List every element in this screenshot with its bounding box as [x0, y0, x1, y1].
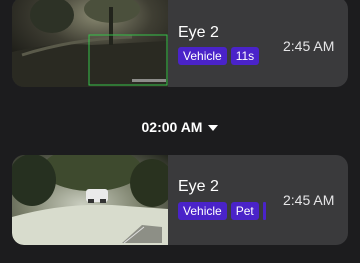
- tag-list: Vehicle 11s: [178, 47, 260, 65]
- event-time: 2:45 AM: [283, 38, 335, 54]
- event-thumbnail[interactable]: [12, 0, 168, 87]
- tag-overflow-indicator: [262, 202, 266, 220]
- event-thumbnail[interactable]: [12, 155, 168, 245]
- tag-vehicle: Vehicle: [178, 202, 227, 220]
- hour-divider[interactable]: 02:00 AM: [0, 119, 360, 135]
- tag-list: Vehicle Pet: [178, 202, 266, 220]
- event-card[interactable]: Eye 2 Vehicle Pet 2:45 AM: [12, 155, 348, 245]
- hour-label: 02:00 AM: [141, 119, 203, 135]
- caret-down-icon: [208, 124, 219, 131]
- tag-duration: 11s: [230, 47, 260, 65]
- event-card[interactable]: Eye 2 Vehicle 11s 2:45 AM: [12, 0, 348, 87]
- tag-pet: Pet: [230, 202, 259, 220]
- camera-name: Eye 2: [178, 24, 219, 41]
- camera-name: Eye 2: [178, 178, 219, 195]
- tag-vehicle: Vehicle: [178, 47, 227, 65]
- event-time: 2:45 AM: [283, 192, 335, 208]
